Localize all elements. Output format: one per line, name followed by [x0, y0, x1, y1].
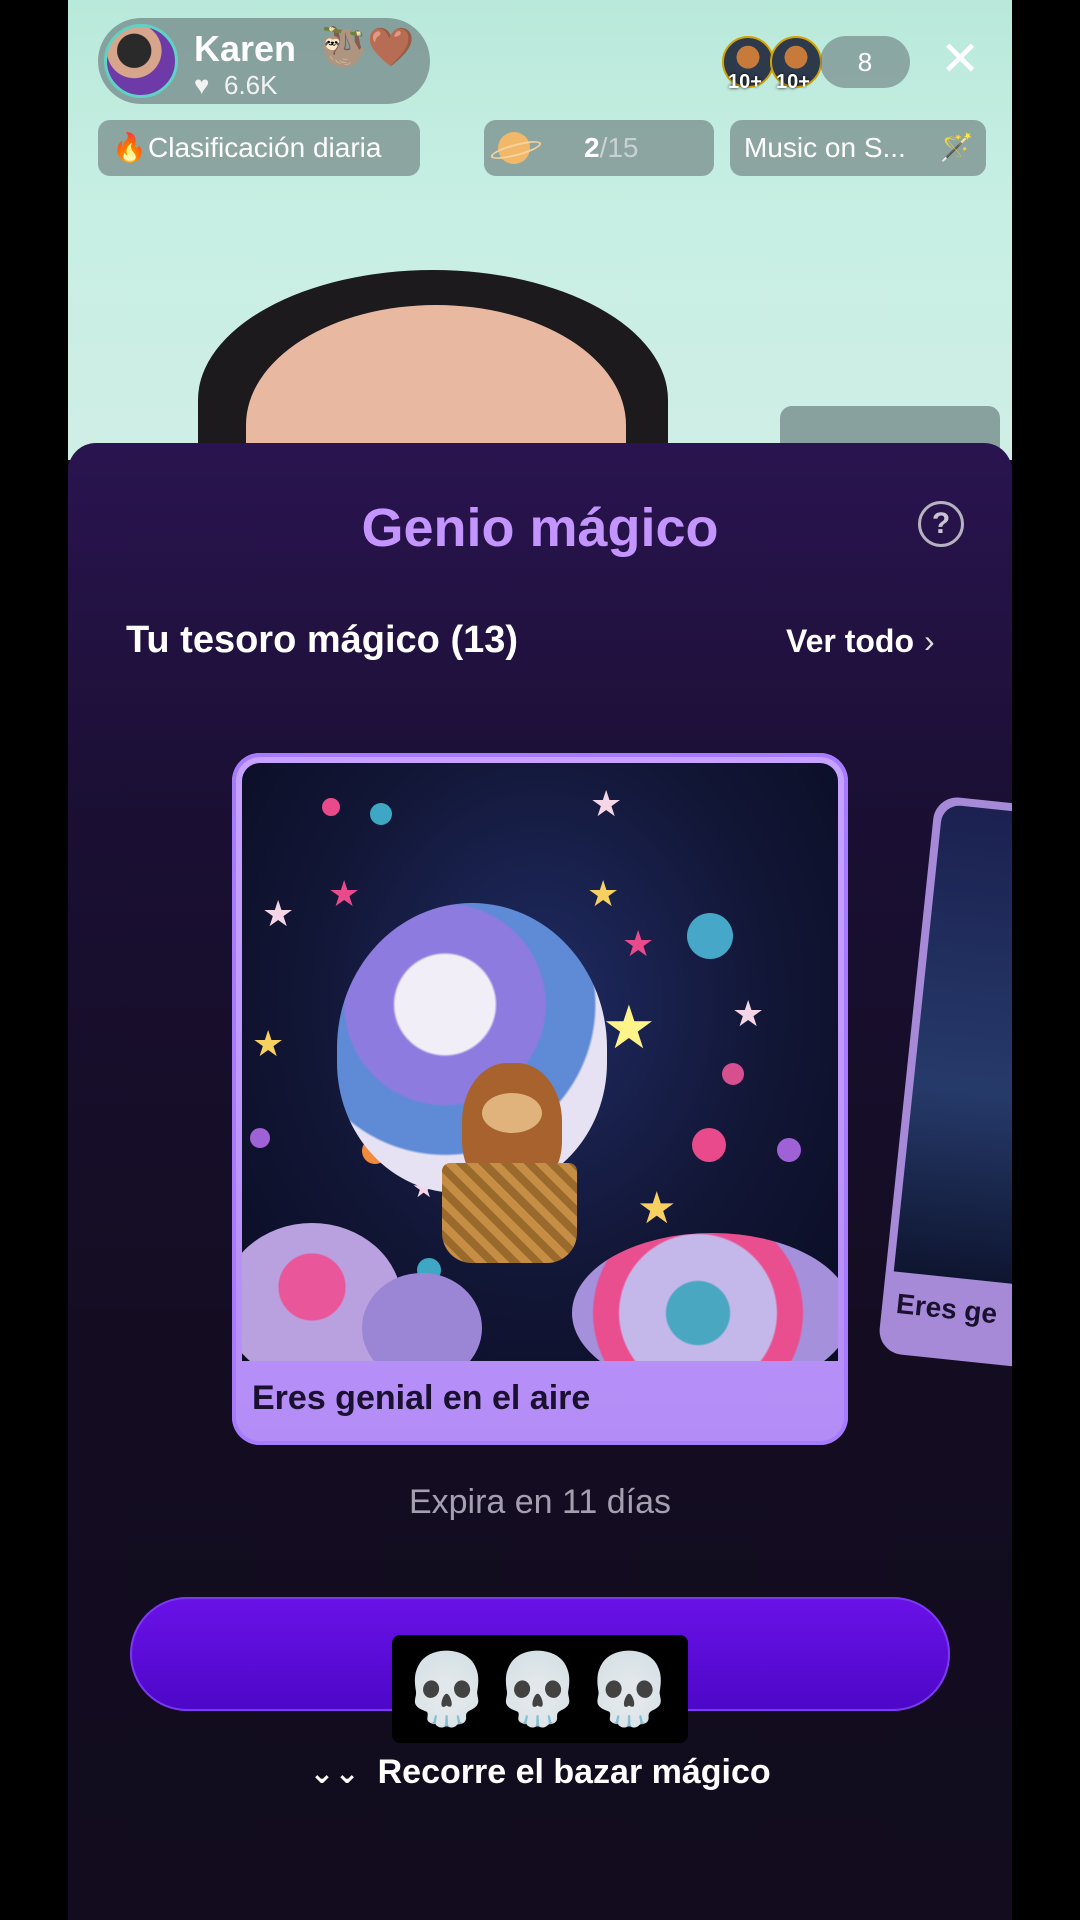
music-label: Music on S...: [744, 132, 906, 163]
star-decoration: ★: [262, 893, 295, 934]
magic-wand-icon: 🪄: [939, 132, 974, 163]
card-artwork: [893, 803, 1012, 1290]
treasure-card[interactable]: ★ ★ ★ ★ ★ ★ ★ ★ ★ ★ Eres genial en el ai…: [232, 753, 848, 1445]
see-all-link[interactable]: Ver todo ›: [786, 623, 935, 660]
double-chevron-down-icon: ⌄⌄: [309, 1757, 360, 1790]
card-caption: Eres genial en el aire: [252, 1379, 591, 1417]
yarn-cloud: [572, 1233, 838, 1361]
live-stream-screen: Karen 🦥🤎 ♥ 6.6K 10+ 10+ 8 ✕ 🔥 Clasificac…: [68, 0, 1012, 1920]
balloon-basket: [442, 1163, 577, 1263]
star-decoration: ★: [252, 1023, 285, 1064]
help-icon[interactable]: ?: [918, 501, 964, 547]
flame-icon: 🔥: [112, 132, 147, 163]
planet-progress-chip[interactable]: 2/15: [484, 120, 714, 176]
star-decoration: ★: [622, 923, 655, 964]
star-decoration: ★: [328, 873, 361, 914]
pompom: [692, 1128, 726, 1162]
next-treasure-card[interactable]: Eres ge: [877, 795, 1012, 1371]
pompom: [722, 1063, 744, 1085]
magic-genie-sheet: Genio mágico ? Tu tesoro mágico (13) Ver…: [68, 443, 1012, 1920]
viewer-count[interactable]: 8: [820, 36, 910, 88]
card-caption: Eres ge: [894, 1287, 999, 1330]
viewer-badge: 10+: [728, 71, 762, 93]
host-avatar[interactable]: [104, 24, 178, 98]
close-icon[interactable]: ✕: [940, 34, 980, 86]
top-viewer-avatar[interactable]: 10+: [722, 36, 774, 93]
daily-ranking-chip[interactable]: 🔥 Clasificación diaria: [98, 120, 420, 176]
planet-icon: [498, 132, 530, 164]
card-artwork: ★ ★ ★ ★ ★ ★ ★ ★ ★ ★: [242, 763, 838, 1361]
censor-overlay: 💀💀💀: [392, 1635, 688, 1743]
treasure-title: Tu tesoro mágico (13): [126, 619, 519, 661]
star-decoration: ★: [637, 1184, 677, 1233]
star-decoration: ★: [590, 783, 623, 824]
pompom: [322, 798, 340, 816]
pompom: [777, 1138, 801, 1162]
host-likes: 6.6K: [224, 70, 278, 100]
viewer-badge: 10+: [776, 71, 810, 93]
heart-icon: ♥: [194, 70, 210, 100]
browse-bazaar-link[interactable]: ⌄⌄ Recorre el bazar mágico: [68, 1753, 1012, 1792]
expiry-text: Expira en 11 días: [408, 1483, 672, 1521]
music-chip[interactable]: Music on S... 🪄: [730, 120, 986, 176]
host-name: Karen: [194, 28, 297, 69]
chevron-right-icon: ›: [924, 623, 935, 659]
star-decoration: ★: [602, 994, 656, 1061]
star-decoration: ★: [587, 873, 620, 914]
host-card[interactable]: Karen 🦥🤎 ♥ 6.6K: [98, 18, 430, 104]
sheet-title: Genio mágico: [361, 498, 719, 558]
star-decoration: ★: [732, 993, 765, 1034]
pompom: [687, 913, 733, 959]
pompom: [370, 803, 392, 825]
planet-progress: 2/15: [584, 132, 639, 163]
top-viewer-avatar[interactable]: 10+: [770, 36, 822, 93]
daily-ranking-label: Clasificación diaria: [148, 132, 382, 163]
pompom: [250, 1128, 270, 1148]
host-emoji: 🦥🤎: [320, 27, 415, 69]
